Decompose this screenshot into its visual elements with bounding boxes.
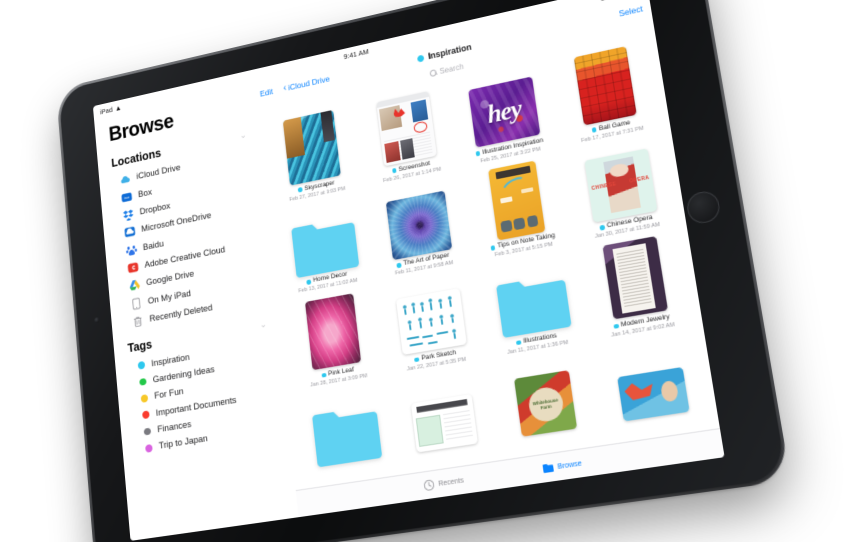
thumbnail-art-tips-on-note-taking xyxy=(488,160,546,241)
file-thumbnail xyxy=(286,286,380,373)
thumbnail-art-screenshot xyxy=(376,91,437,167)
tab-label: Recents xyxy=(437,476,465,488)
tag-color-dot xyxy=(142,410,150,420)
folder-icon xyxy=(492,272,572,339)
navbar-title-label: Inspiration xyxy=(427,42,473,62)
sidebar-item-label: Baidu xyxy=(142,238,165,253)
tab-label: Browse xyxy=(557,459,583,471)
file-thumbnail xyxy=(581,231,689,324)
file-thumbnail xyxy=(381,268,479,357)
thumbnail-art-ball-game xyxy=(573,46,637,126)
folder-icon xyxy=(541,461,555,475)
select-button[interactable]: Select xyxy=(618,4,643,19)
file-item[interactable] xyxy=(596,331,706,424)
back-button-label: iCloud Drive xyxy=(287,73,331,93)
sidebar-tag-label: For Fun xyxy=(153,386,184,402)
adobe-creative-cloud-icon xyxy=(127,261,139,275)
chevron-down-icon[interactable]: ⌄ xyxy=(259,319,267,330)
tag-color-dot xyxy=(139,377,147,386)
chevron-left-icon: ‹ xyxy=(282,82,287,94)
tab-browse[interactable]: Browse xyxy=(541,457,582,475)
thumbnail-art-pink-leaf xyxy=(305,293,362,371)
baidu-icon xyxy=(125,243,138,257)
content-pane: Edit ‹ iCloud Drive Inspiration Select S… xyxy=(251,0,725,518)
icloud-drive-icon xyxy=(119,173,131,187)
tag-color-dot xyxy=(143,427,151,436)
tag-color-dot xyxy=(391,168,397,174)
thumbnail-art-whitehouse-farm: Whitehouse Farm xyxy=(514,370,578,437)
thumbnail-art-summer-garden-party xyxy=(410,394,478,453)
file-thumbnail xyxy=(596,331,706,424)
artwork-opera-right-text: OPERA xyxy=(628,174,650,185)
file-thumbnail xyxy=(393,365,493,455)
search-placeholder: Search xyxy=(439,62,465,76)
sidebar-section-label: Tags xyxy=(127,337,153,356)
ipad-icon xyxy=(130,297,142,311)
tag-color-dot xyxy=(414,357,420,363)
box-icon: box xyxy=(121,190,133,204)
folder-thumbnail xyxy=(276,193,369,280)
google-drive-icon xyxy=(129,279,141,293)
thumbnail-art-modern-jewelry xyxy=(602,236,668,320)
tag-color-dot xyxy=(613,323,619,330)
ipad-device-wrapper: iPad ▲ 9:41 AM 100% Browse Locations xyxy=(0,0,845,542)
thumbnail-art-the-art-of-paper xyxy=(385,190,452,260)
chevron-down-icon[interactable]: ⌄ xyxy=(239,129,247,140)
thumbnail-art-pool xyxy=(616,367,690,422)
file-thumbnail: Whitehouse Farm xyxy=(493,348,598,439)
artwork-opera-left-text: CHINESE xyxy=(591,181,617,192)
tag-color-dot xyxy=(137,361,145,370)
file-thumbnail: CHINESE OPERA xyxy=(567,133,673,225)
thumbnail-art-skyscraper xyxy=(283,109,342,186)
edit-button[interactable]: Edit xyxy=(259,87,273,99)
file-item[interactable] xyxy=(393,365,493,455)
thumbnail-art-park-sketch xyxy=(395,288,467,356)
file-item[interactable]: Whitehouse Farm xyxy=(493,348,598,439)
onedrive-icon xyxy=(124,225,136,239)
artwork-farm-badge-text: Whitehouse Farm xyxy=(526,384,566,424)
tag-color-dot xyxy=(475,151,481,157)
ipad-device: iPad ▲ 9:41 AM 100% Browse Locations xyxy=(55,0,792,542)
trash-icon xyxy=(132,315,144,329)
tag-color-dot xyxy=(417,54,425,62)
tab-recents[interactable]: Recents xyxy=(423,474,465,492)
screenshot-canvas: iPad ▲ 9:41 AM 100% Browse Locations xyxy=(0,0,845,542)
clock-icon xyxy=(423,478,436,492)
search-icon xyxy=(430,69,437,77)
thumbnail-art-chinese-opera: CHINESE OPERA xyxy=(584,148,658,223)
tag-color-dot xyxy=(515,340,522,346)
tag-color-dot xyxy=(591,127,597,133)
dropbox-icon xyxy=(122,208,134,222)
